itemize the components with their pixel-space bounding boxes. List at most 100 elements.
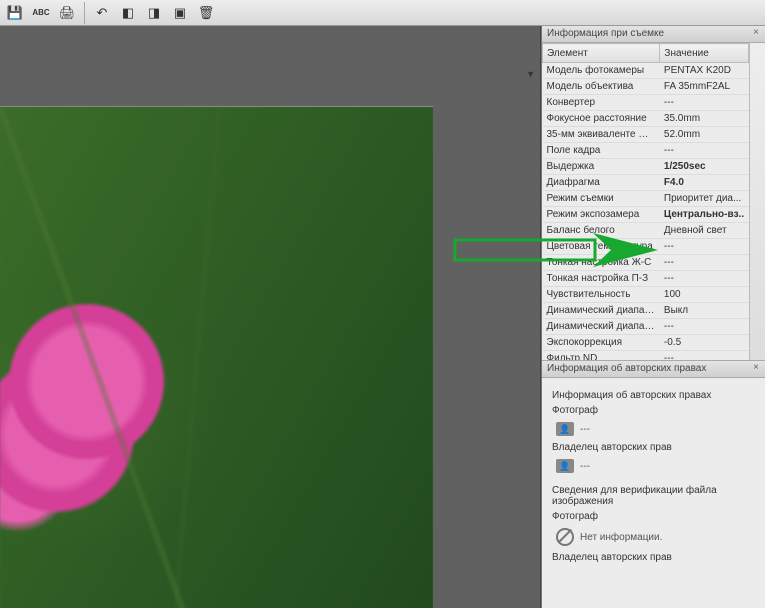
info-key: Фильтр ND [543,351,660,361]
preview-header: ▼ [0,26,540,82]
info-value: Дневной свет [660,223,749,239]
owner-row: 👤 --- [556,459,755,473]
no-icon [556,528,574,546]
info-key: Цветовая температура [543,239,660,255]
table-row[interactable]: Динамический диапазон:...Выкл [543,303,749,319]
info-table: Элемент Значение Модель фотокамерыPENTAX… [542,43,749,360]
owner2-label: Владелец авторских прав [552,552,755,563]
info-value: Центрально-вз.. [660,207,749,223]
panel-title-copyright: Информация об авторских правах × [542,361,765,378]
info-key: Тонкая настройка Ж-С [543,255,660,271]
info-key: 35-мм эквиваленте фокус... [543,127,660,143]
no-info-text: Нет информации. [580,532,662,543]
table-row[interactable]: Модель объективаFA 35mmF2AL [543,79,749,95]
table-row[interactable]: ДиафрагмаF4.0 [543,175,749,191]
info-key: Диафрагма [543,175,660,191]
chevron-down-icon[interactable]: ▼ [526,69,535,79]
info-key: Режим экспозамера [543,207,660,223]
info-value: --- [660,95,749,111]
info-value: 35.0mm [660,111,749,127]
table-row[interactable]: Экспокоррекция-0.5 [543,335,749,351]
info-key: Модель фотокамеры [543,63,660,79]
info-value: Приоритет диа... [660,191,749,207]
info-key: Режим съемки [543,191,660,207]
print-icon[interactable]: 🖨 [55,1,79,25]
cp-section-2: Сведения для верификации файла изображен… [552,485,755,507]
panel-title-text: Информация при съемке [547,28,664,39]
no-info-row: Нет информации. [556,528,755,546]
image-preview[interactable] [0,106,433,608]
save-icon[interactable]: 💾 [3,1,27,25]
close-icon[interactable]: × [750,27,762,39]
crop-icon[interactable]: ▣ [168,1,192,25]
table-row[interactable]: Режим съемкиПриоритет диа... [543,191,749,207]
table-row[interactable]: Тонкая настройка Ж-С--- [543,255,749,271]
person-icon: 👤 [556,459,574,473]
abc-icon[interactable]: ABC [29,1,53,25]
col-element[interactable]: Элемент [543,44,660,63]
info-key: Тонкая настройка П-З [543,271,660,287]
info-key: Фокусное расстояние [543,111,660,127]
photographer2-label: Фотограф [552,511,755,522]
table-row[interactable]: Баланс белогоДневной свет [543,223,749,239]
info-key: Динамический диапазон:... [543,303,660,319]
close-icon[interactable]: × [750,362,762,374]
table-row[interactable]: Конвертер--- [543,95,749,111]
shooting-info-panel: Информация при съемке × Элемент Значение… [542,26,765,361]
panel-title-info: Информация при съемке × [542,26,765,43]
table-row[interactable]: Динамический диапазон: ...--- [543,319,749,335]
panel-title-text: Информация об авторских правах [547,363,706,374]
info-value: Выкл [660,303,749,319]
copyright-body: Информация об авторских правах Фотограф … [542,378,765,575]
info-key: Экспокоррекция [543,335,660,351]
main-toolbar: 💾 ABC 🖨 ↶ ◧ ◨ ▣ 🗑 [0,0,765,26]
person-icon: 👤 [556,422,574,436]
info-value: 52.0mm [660,127,749,143]
info-value: PENTAX K20D [660,63,749,79]
info-key: Поле кадра [543,143,660,159]
info-table-scroll[interactable]: Элемент Значение Модель фотокамерыPENTAX… [542,43,765,360]
info-key: Чувствительность [543,287,660,303]
photographer-row: 👤 --- [556,422,755,436]
scrollbar[interactable] [749,43,765,360]
toolbar-separator [84,2,85,24]
info-value: 100 [660,287,749,303]
photographer-label: Фотограф [552,405,755,416]
trash-icon[interactable]: 🗑 [194,1,218,25]
info-value: --- [660,271,749,287]
info-key: Модель объектива [543,79,660,95]
info-value: --- [660,351,749,361]
copyright-panel: Информация об авторских правах × Информа… [542,361,765,608]
info-value: --- [660,239,749,255]
undo-icon[interactable]: ↶ [90,1,114,25]
info-value: F4.0 [660,175,749,191]
rotate-right-icon[interactable]: ◨ [142,1,166,25]
table-row[interactable]: Тонкая настройка П-З--- [543,271,749,287]
cp-section-1: Информация об авторских правах [552,390,755,401]
table-row[interactable]: Модель фотокамерыPENTAX K20D [543,63,749,79]
info-value: -0.5 [660,335,749,351]
table-row[interactable]: 35-мм эквиваленте фокус...52.0mm [543,127,749,143]
table-row[interactable]: Фильтр ND--- [543,351,749,361]
table-row[interactable]: Фокусное расстояние35.0mm [543,111,749,127]
owner-value: --- [580,461,590,472]
side-panels: Информация при съемке × Элемент Значение… [541,26,765,608]
flower-photo [0,107,433,608]
info-key: Динамический диапазон: ... [543,319,660,335]
table-row[interactable]: Цветовая температура--- [543,239,749,255]
info-key: Баланс белого [543,223,660,239]
owner-label: Владелец авторских прав [552,442,755,453]
table-row[interactable]: Выдержка1/250sec [543,159,749,175]
preview-pane: ▼ [0,26,541,608]
rotate-left-icon[interactable]: ◧ [116,1,140,25]
table-row[interactable]: Чувствительность100 [543,287,749,303]
table-row[interactable]: Режим экспозамераЦентрально-вз.. [543,207,749,223]
info-key: Выдержка [543,159,660,175]
photographer-value: --- [580,424,590,435]
table-row[interactable]: Поле кадра--- [543,143,749,159]
info-value: --- [660,255,749,271]
info-key: Конвертер [543,95,660,111]
col-value[interactable]: Значение [660,44,749,63]
info-value: FA 35mmF2AL [660,79,749,95]
info-value: --- [660,143,749,159]
